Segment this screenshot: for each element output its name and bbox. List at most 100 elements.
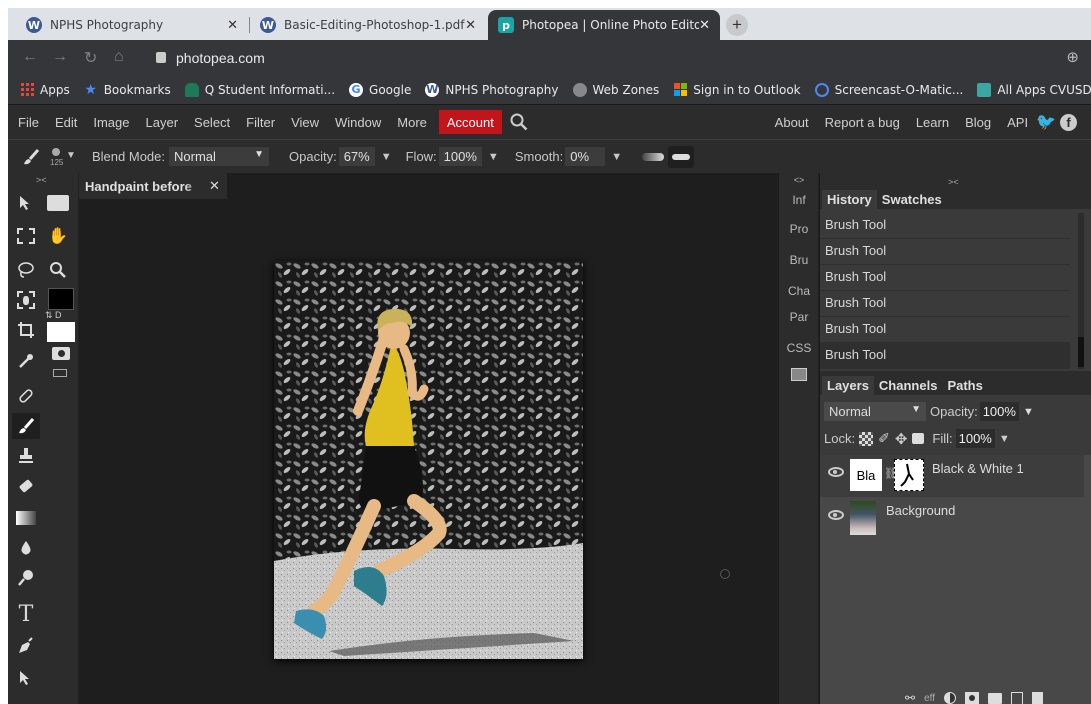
tab-layers[interactable]: Layers — [822, 376, 874, 395]
menu-about[interactable]: About — [767, 110, 817, 134]
bookmark-screencast[interactable]: Screencast-O-Matic... — [814, 82, 963, 97]
bookmark-google[interactable]: G Google — [349, 82, 411, 97]
close-icon[interactable]: ✕ — [465, 18, 476, 33]
pressure-opacity-icon[interactable] — [642, 152, 665, 161]
zoom-tool-icon[interactable] — [44, 257, 72, 283]
close-icon[interactable]: ✕ — [699, 18, 710, 33]
marquee-tool-icon[interactable] — [12, 223, 40, 249]
bookmark-nphs-photography[interactable]: W NPHS Photography — [425, 82, 559, 97]
hand-tool-icon[interactable]: ✋ — [44, 223, 72, 249]
lock-position-icon[interactable]: ✥ — [895, 430, 908, 448]
menu-learn[interactable]: Learn — [908, 110, 957, 134]
browser-tab-pdf[interactable]: W Basic-Editing-Photoshop-1.pdf ✕ — [250, 10, 486, 40]
quick-select-tool-icon[interactable] — [12, 287, 40, 313]
history-scrollbar[interactable] — [1078, 213, 1084, 369]
layer-row[interactable]: Bla ⛓ Black & White 1 — [820, 455, 1084, 497]
layer-effects-button[interactable]: eff — [924, 693, 935, 704]
dodge-tool-icon[interactable] — [12, 565, 40, 591]
url-field[interactable]: photopea.com — [156, 45, 1061, 70]
menu-edit[interactable]: Edit — [47, 110, 85, 134]
pen-tool-icon[interactable] — [12, 633, 40, 659]
type-tool-icon[interactable]: T — [12, 601, 40, 627]
new-folder-icon[interactable] — [988, 692, 1002, 704]
history-row[interactable]: Brush Tool — [820, 317, 1070, 343]
forward-arrow-icon[interactable]: → — [52, 48, 68, 66]
sidebar-collapse-icon[interactable]: <> — [779, 175, 819, 185]
link-layers-icon[interactable]: ⚯ — [905, 691, 915, 704]
screen-mode-icon[interactable] — [53, 369, 67, 377]
smooth-dropdown-icon[interactable]: ▼ — [611, 151, 622, 163]
image-icon[interactable] — [791, 368, 807, 381]
canvas-image[interactable] — [274, 261, 583, 659]
opacity-input[interactable]: 67% — [338, 147, 375, 166]
menu-layer[interactable]: Layer — [138, 110, 187, 134]
brush-size-picker[interactable]: 125 ▼ — [46, 144, 76, 170]
pressure-size-icon[interactable] — [668, 145, 695, 168]
menu-report-bug[interactable]: Report a bug — [817, 110, 908, 134]
tab-swatches[interactable]: Swatches — [877, 190, 947, 209]
delete-layer-icon[interactable] — [1032, 691, 1043, 704]
add-mask-icon[interactable] — [965, 692, 979, 704]
sidebar-item-brush[interactable]: Bru — [779, 253, 819, 267]
swap-colors-icon[interactable]: ⇅ D — [45, 310, 62, 321]
flow-dropdown-icon[interactable]: ▼ — [488, 151, 499, 163]
sidebar-item-properties[interactable]: Pro — [779, 222, 819, 236]
adjustment-layer-icon[interactable] — [944, 692, 956, 704]
close-icon[interactable]: ✕ — [209, 178, 220, 194]
fill-input[interactable]: 100% — [955, 429, 995, 448]
menu-filter[interactable]: Filter — [238, 110, 283, 134]
eye-icon[interactable] — [828, 467, 844, 477]
history-row[interactable]: Brush Tool — [820, 265, 1070, 291]
toolbox-collapse-icon[interactable]: >< — [36, 175, 47, 185]
facebook-icon[interactable]: f — [1060, 113, 1077, 131]
reload-icon[interactable]: ↻ — [84, 48, 97, 68]
blend-mode-select[interactable]: Normal ▼ — [169, 147, 269, 166]
history-row[interactable]: Brush Tool — [820, 239, 1070, 265]
layer-blend-mode-select[interactable]: Normal ▼ — [824, 402, 926, 421]
opacity-dropdown-icon[interactable]: ▼ — [381, 151, 392, 163]
eraser-tool-icon[interactable] — [12, 473, 40, 499]
menu-api[interactable]: API — [999, 110, 1036, 134]
menu-more[interactable]: More — [389, 110, 435, 134]
layer-opacity-input[interactable]: 100% — [979, 402, 1019, 421]
bookmark-web-zones[interactable]: Web Zones — [572, 82, 659, 97]
browser-tab-nphs[interactable]: W NPHS Photography ✕ — [16, 10, 248, 40]
history-row[interactable]: Brush Tool — [820, 343, 1070, 369]
panel-collapse-icon[interactable]: >< — [948, 177, 959, 187]
new-tab-button[interactable]: + — [726, 14, 748, 36]
menu-file[interactable]: File — [10, 110, 47, 134]
new-layer-icon[interactable] — [1011, 691, 1023, 704]
history-row[interactable]: Brush Tool — [820, 213, 1070, 239]
menu-image[interactable]: Image — [85, 110, 137, 134]
move-tool-icon[interactable] — [12, 190, 40, 216]
browser-tab-photopea[interactable]: p Photopea | Online Photo Editor ✕ — [488, 10, 720, 40]
menu-select[interactable]: Select — [186, 110, 238, 134]
lock-paint-icon[interactable]: ✐ — [878, 430, 890, 447]
menu-view[interactable]: View — [283, 110, 327, 134]
twitter-icon[interactable]: 🐦 — [1036, 112, 1056, 132]
lock-transparency-icon[interactable] — [859, 431, 874, 446]
path-select-tool-icon[interactable] — [12, 665, 40, 691]
lasso-tool-icon[interactable] — [12, 257, 40, 283]
foreground-color-swatch[interactable] — [48, 288, 74, 310]
brush-tool-icon[interactable] — [12, 413, 40, 439]
layer-opacity-dropdown-icon[interactable]: ▼ — [1023, 406, 1034, 418]
crop-tool-icon[interactable] — [12, 317, 40, 343]
layer-mask-thumbnail[interactable] — [894, 459, 924, 491]
history-row[interactable]: Brush Tool — [820, 291, 1070, 317]
flow-input[interactable]: 100% — [438, 147, 482, 166]
blur-tool-icon[interactable] — [12, 535, 40, 561]
tab-history[interactable]: History — [822, 190, 877, 209]
eyedropper-tool-icon[interactable] — [12, 348, 40, 374]
gradient-tool-icon[interactable] — [12, 505, 40, 531]
bookmark-outlook[interactable]: Sign in to Outlook — [673, 83, 801, 97]
tab-channels[interactable]: Channels — [874, 376, 943, 395]
brush-tool-icon[interactable] — [20, 146, 42, 168]
menu-window[interactable]: Window — [327, 110, 389, 134]
home-icon[interactable]: ⌂ — [114, 48, 124, 66]
bookmark-apps[interactable]: Apps — [20, 83, 70, 97]
document-tab[interactable]: Handpaint before ✕ — [79, 173, 227, 199]
eye-icon[interactable] — [828, 510, 844, 520]
sidebar-item-character[interactable]: Cha — [779, 284, 819, 298]
extension-icon[interactable]: ⊕ — [1066, 48, 1079, 66]
